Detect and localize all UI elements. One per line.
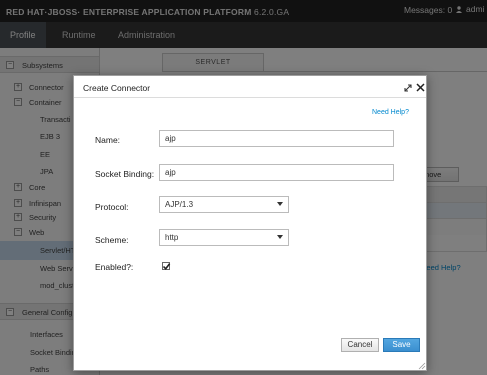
enabled-checkbox[interactable] bbox=[162, 262, 171, 271]
socket-binding-field[interactable] bbox=[159, 164, 394, 181]
chevron-down-icon bbox=[277, 202, 283, 206]
dialog-header-divider bbox=[74, 97, 426, 98]
enabled-label: Enabled?: bbox=[95, 262, 134, 272]
dialog-title: Create Connector bbox=[83, 83, 151, 93]
protocol-value: AJP/1.3 bbox=[165, 200, 194, 209]
cancel-button[interactable]: Cancel bbox=[341, 338, 379, 352]
scheme-label: Scheme: bbox=[95, 235, 129, 245]
scheme-value: http bbox=[165, 233, 179, 242]
scheme-select[interactable]: http bbox=[159, 229, 289, 246]
protocol-label: Protocol: bbox=[95, 202, 129, 212]
expand-icon[interactable] bbox=[404, 84, 412, 92]
checkbox-check-icon bbox=[162, 263, 171, 271]
name-label: Name: bbox=[95, 135, 121, 145]
close-icon[interactable] bbox=[416, 83, 425, 92]
name-field[interactable] bbox=[159, 130, 394, 147]
protocol-select[interactable]: AJP/1.3 bbox=[159, 196, 289, 213]
save-button[interactable]: Save bbox=[383, 338, 420, 352]
create-connector-dialog: Create Connector Need Help? Name: Socket… bbox=[73, 75, 427, 371]
socket-binding-label: Socket Binding: bbox=[95, 169, 155, 179]
need-help-link[interactable]: Need Help? bbox=[372, 109, 409, 116]
resize-grip-icon[interactable] bbox=[418, 362, 426, 370]
chevron-down-icon bbox=[277, 235, 283, 239]
